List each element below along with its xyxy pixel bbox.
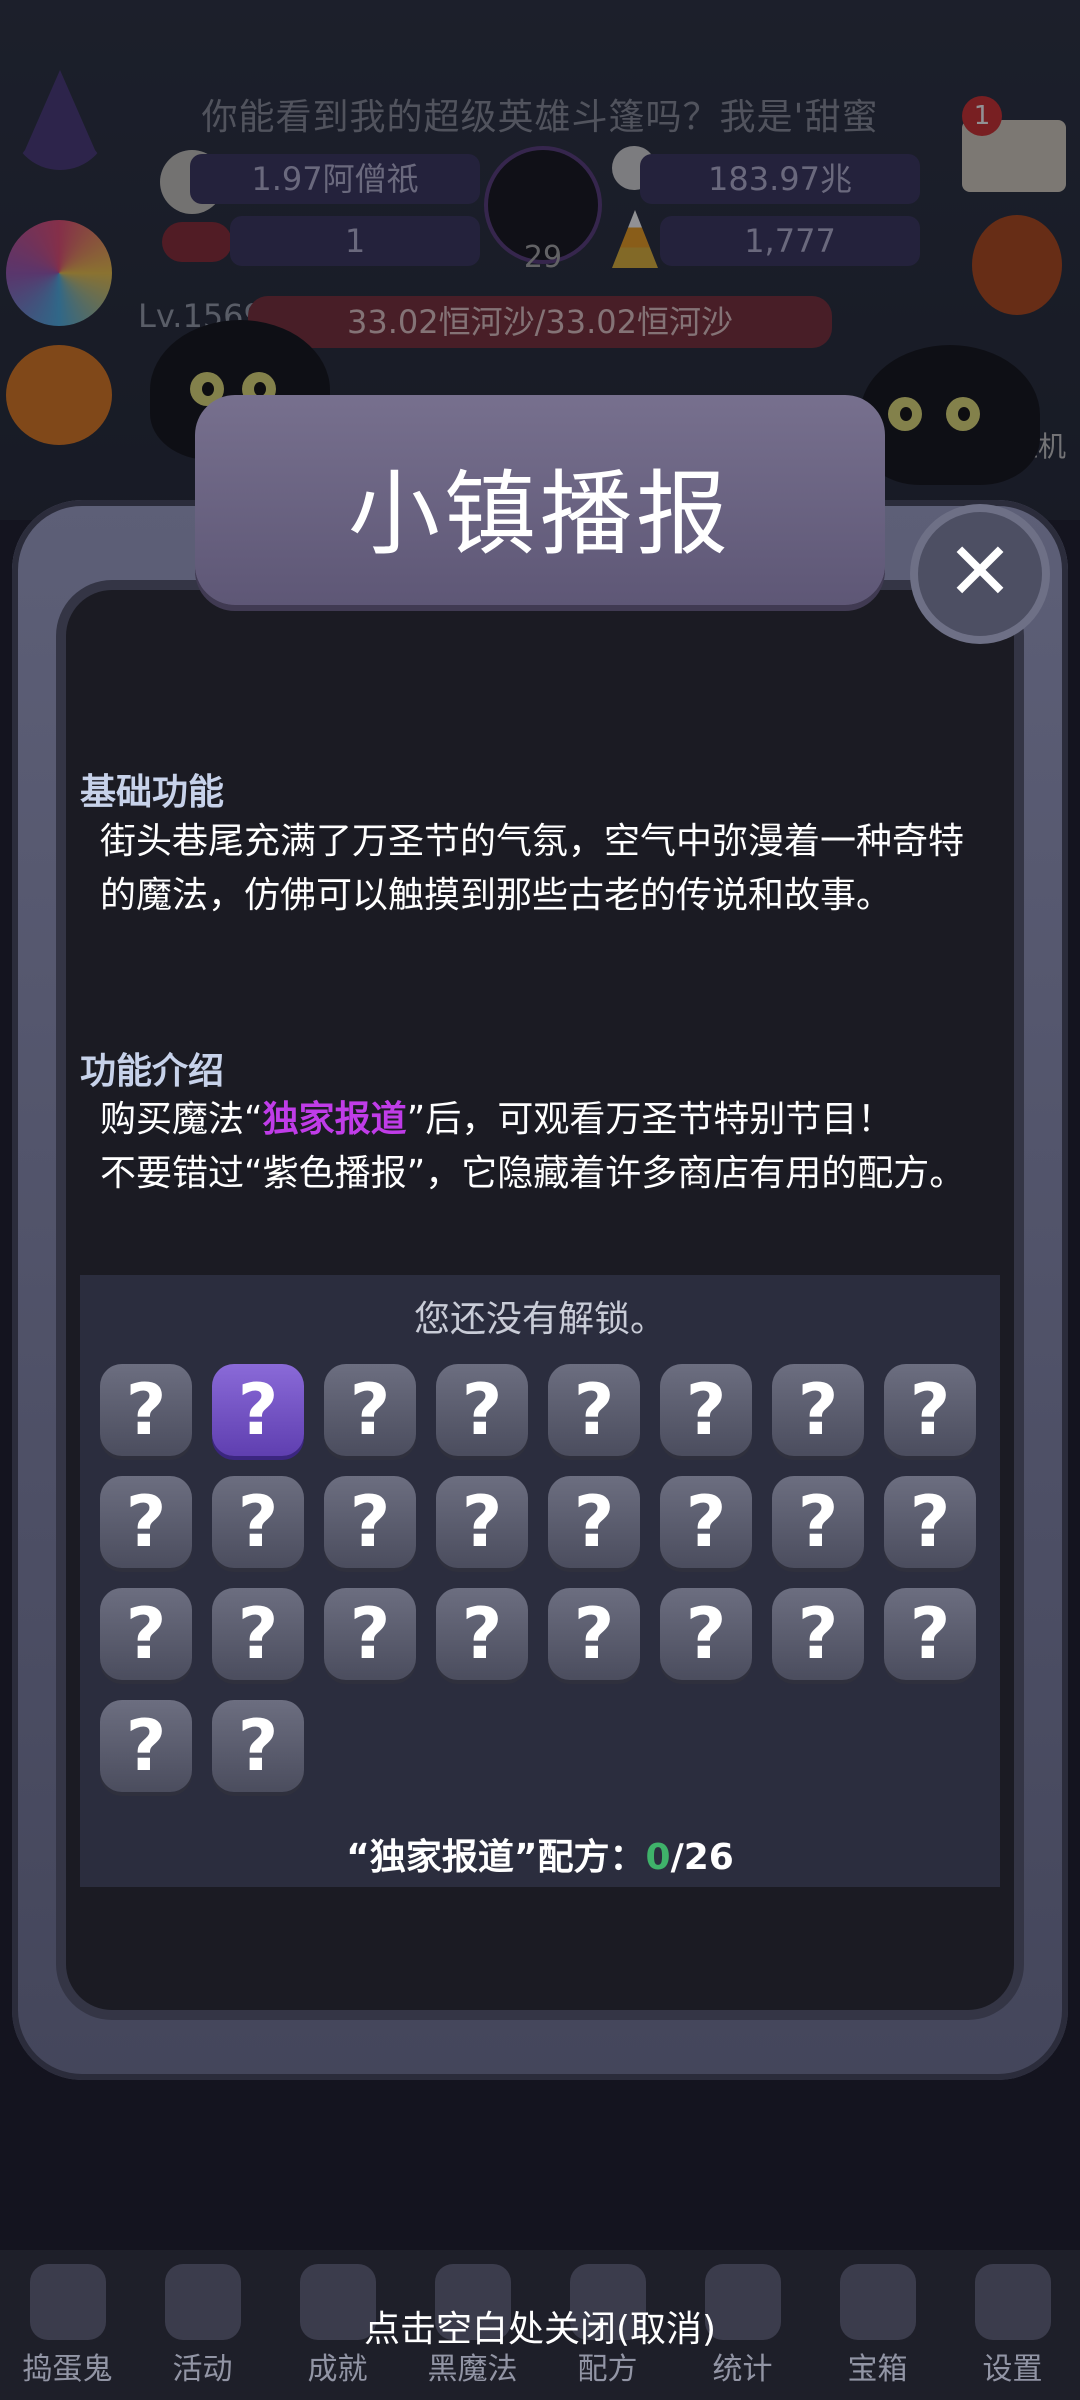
recipe-label: “独家报道”配方： [346,1837,646,1878]
recipe-slot-locked[interactable]: ? [660,1364,752,1456]
recipe-slot-locked[interactable]: ? [212,1700,304,1792]
recipe-slot-locked[interactable]: ? [548,1364,640,1456]
recipe-slot-locked[interactable]: ? [212,1476,304,1568]
recipe-slot-locked[interactable]: ? [436,1364,528,1456]
recipe-slot-locked[interactable]: ? [436,1588,528,1680]
recipe-slot-locked[interactable]: ? [772,1476,864,1568]
recipe-slot-locked[interactable]: ? [548,1476,640,1568]
recipe-slot-locked[interactable]: ? [324,1364,416,1456]
recipe-slot-locked[interactable]: ? [772,1588,864,1680]
exclusive-report-highlight: 独家报道 [262,1099,407,1140]
recipe-slot-locked[interactable]: ? [100,1476,192,1568]
section-intro-body: 购买魔法“独家报道”后，可观看万圣节特别节目！ 不要错过“紫色播报”，它隐藏着许… [100,1093,980,1201]
recipe-sep: / [670,1837,684,1878]
recipe-slot-locked[interactable]: ? [660,1588,752,1680]
recipe-counter: “独家报道”配方：0/26 [80,1828,1000,1880]
recipe-slot-locked[interactable]: ? [884,1364,976,1456]
recipe-slot-locked[interactable]: ? [212,1588,304,1680]
recipe-slot-locked[interactable]: ? [884,1588,976,1680]
recipe-slot-locked[interactable]: ? [772,1364,864,1456]
recipe-slot-locked[interactable]: ? [100,1700,192,1792]
section-intro-title: 功能介绍 [80,1051,225,1092]
modal-title: 小镇播报 [347,461,732,568]
recipe-grid: ?????????????????????????? [100,1364,980,1794]
section-basic-body: 街头巷尾充满了万圣节的气氛，空气中弥漫着一种奇特的魔法，仿佛可以触摸到那些古老的… [100,821,965,916]
recipe-total: 26 [683,1837,734,1878]
close-icon: ✕ [946,525,1014,618]
recipe-slot-locked[interactable]: ? [100,1588,192,1680]
recipe-slot-locked[interactable]: ? [436,1476,528,1568]
recipe-slot-locked[interactable]: ? [324,1588,416,1680]
recipe-slot-locked[interactable]: ? [660,1476,752,1568]
recipe-slot-locked[interactable]: ? [212,1364,304,1456]
intro-text-pre: 购买魔法“ [100,1099,263,1140]
section-basic-title: 基础功能 [80,772,225,813]
recipe-slot-locked[interactable]: ? [100,1364,192,1456]
close-hint[interactable]: 点击空白处关闭(取消) [0,2300,1080,2352]
recipe-slot-locked[interactable]: ? [884,1476,976,1568]
recipe-slot-locked[interactable]: ? [324,1476,416,1568]
recipe-slot-locked[interactable]: ? [548,1588,640,1680]
intro-text-line2: 不要错过“紫色播报”，它隐藏着许多商店有用的配方。 [100,1153,966,1194]
intro-text-post: ”后，可观看万圣节特别节目！ [406,1099,894,1140]
close-button[interactable]: ✕ [918,512,1042,636]
unlock-message: 您还没有解锁。 [413,1299,666,1340]
recipe-have: 0 [645,1837,671,1878]
